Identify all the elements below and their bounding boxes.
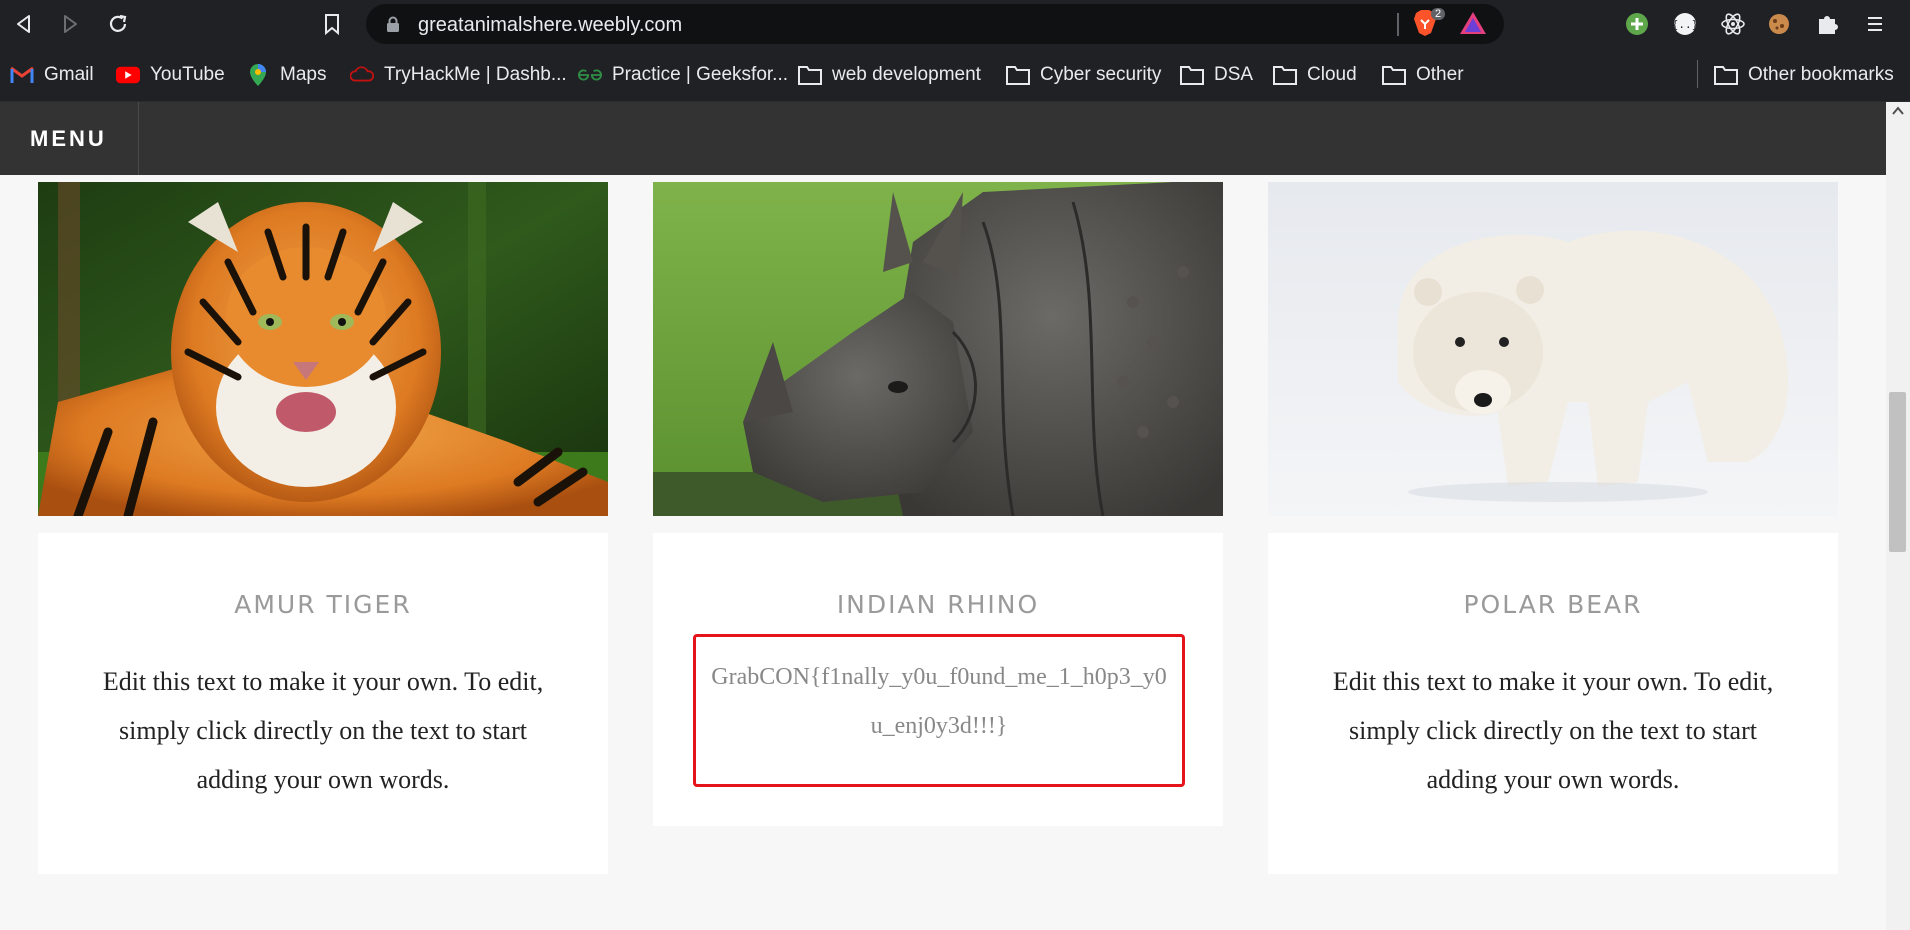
bookmark-label: Practice | Geeksfor...	[612, 64, 789, 85]
tryhackme-icon	[350, 63, 374, 87]
bookmark-geeksforgeeks[interactable]: Practice | Geeksfor...	[578, 59, 788, 91]
polar-bear-image	[1268, 182, 1838, 516]
card-body-text: Edit this text to make it your own. To e…	[1332, 667, 1774, 794]
address-bar[interactable]: greatanimalshere.weebly.com 2	[366, 4, 1504, 44]
youtube-icon	[116, 63, 140, 87]
card-title: INDIAN RHINO	[836, 590, 1040, 619]
bookmark-label: Other bookmarks	[1748, 64, 1894, 85]
bookmark-label: YouTube	[150, 64, 225, 85]
folder-icon	[1714, 63, 1738, 87]
omnibox-divider	[1397, 13, 1399, 36]
menu-button[interactable]: MENU	[30, 126, 107, 152]
folder-icon	[1006, 63, 1030, 87]
scrollbar-thumb[interactable]	[1889, 392, 1906, 552]
bookmark-folder-other[interactable]: Other	[1382, 59, 1464, 91]
animal-card-polar-bear: POLAR BEAR Edit this text to make it you…	[1268, 533, 1838, 874]
back-button[interactable]	[8, 8, 40, 40]
gmail-icon	[10, 63, 34, 87]
bookmark-label: Gmail	[44, 64, 94, 85]
bookmark-label: TryHackMe | Dashb...	[384, 64, 567, 85]
indian-rhino-image	[653, 182, 1223, 516]
card-title: AMUR TIGER	[234, 590, 412, 619]
header-divider	[138, 102, 139, 175]
folder-icon	[1180, 63, 1204, 87]
amur-tiger-image	[38, 182, 608, 516]
brave-shields-button[interactable]: 2	[1411, 8, 1446, 37]
lock-icon	[387, 16, 399, 32]
highlight-box: GrabCON{f1nally_y0u_f0und_me_1_h0p3_y0u_…	[693, 634, 1185, 787]
url-text[interactable]: greatanimalshere.weebly.com	[418, 14, 682, 37]
bookmark-maps[interactable]: Maps	[246, 59, 326, 91]
bookmark-youtube[interactable]: YouTube	[116, 59, 225, 91]
folder-icon	[1382, 63, 1406, 87]
plus-circle-icon	[1626, 13, 1648, 35]
extensions-button[interactable]	[1813, 10, 1841, 38]
extension-react-devtools[interactable]	[1719, 10, 1747, 38]
json-braces-icon: {..}	[1673, 13, 1697, 35]
back-arrow-icon	[17, 15, 30, 33]
bookmark-label: Other	[1416, 64, 1464, 85]
bookmark-icon	[325, 14, 339, 35]
geeksforgeeks-icon	[578, 63, 602, 87]
bookmark-tryhackme[interactable]: TryHackMe | Dashb...	[350, 59, 567, 91]
folder-icon	[1273, 63, 1297, 87]
reload-button[interactable]	[102, 8, 134, 40]
bookmark-label: Cloud	[1307, 64, 1357, 85]
bookmark-page-button[interactable]	[316, 8, 348, 40]
browser-toolbar: greatanimalshere.weebly.com 2 {..}	[0, 0, 1910, 49]
hamburger-menu-icon	[1868, 17, 1882, 31]
react-atom-icon	[1721, 13, 1745, 35]
bookmark-gmail[interactable]: Gmail	[10, 59, 94, 91]
forward-arrow-icon	[64, 15, 77, 33]
bookmark-label: Cyber security	[1040, 64, 1162, 85]
bookmark-folder-other-bookmarks[interactable]: Other bookmarks	[1714, 59, 1894, 91]
card-body-text: Edit this text to make it your own. To e…	[102, 667, 544, 794]
browser-menu-button[interactable]	[1861, 10, 1889, 38]
extension-green-plus[interactable]	[1623, 10, 1651, 38]
bookmark-label: Maps	[280, 64, 327, 85]
bookmarks-divider	[1697, 60, 1698, 88]
animal-card-amur-tiger: AMUR TIGER Edit this text to make it you…	[38, 533, 608, 874]
forward-button[interactable]	[54, 8, 86, 40]
bookmark-folder-web-development[interactable]: web development	[798, 59, 981, 91]
brave-rewards-button[interactable]	[1459, 9, 1487, 37]
bookmark-label: DSA	[1214, 64, 1254, 85]
bookmark-label: web development	[832, 64, 981, 85]
maps-icon	[246, 63, 270, 87]
puzzle-icon	[1819, 16, 1838, 34]
scroll-up-arrow-icon[interactable]	[1892, 106, 1904, 116]
extension-cookie[interactable]	[1765, 10, 1793, 38]
folder-icon	[798, 63, 822, 87]
reload-icon	[109, 14, 127, 32]
extension-json[interactable]: {..}	[1671, 10, 1699, 38]
bookmarks-bar: Gmail YouTube Maps TryHackMe | Dashb... …	[0, 49, 1910, 102]
bookmark-folder-cloud[interactable]: Cloud	[1273, 59, 1357, 91]
card-title: POLAR BEAR	[1463, 590, 1643, 619]
card-body-text: GrabCON{f1nally_y0u_f0und_me_1_h0p3_y0u_…	[711, 664, 1167, 739]
brave-badge: 2	[1431, 8, 1446, 20]
svg-text:{..}: {..}	[1673, 18, 1697, 31]
bookmark-folder-dsa[interactable]: DSA	[1180, 59, 1253, 91]
rewards-triangle-icon	[1460, 12, 1486, 34]
cookie-icon	[1769, 14, 1789, 34]
bookmark-folder-cyber-security[interactable]: Cyber security	[1006, 59, 1161, 91]
site-header: MENU	[0, 102, 1886, 175]
